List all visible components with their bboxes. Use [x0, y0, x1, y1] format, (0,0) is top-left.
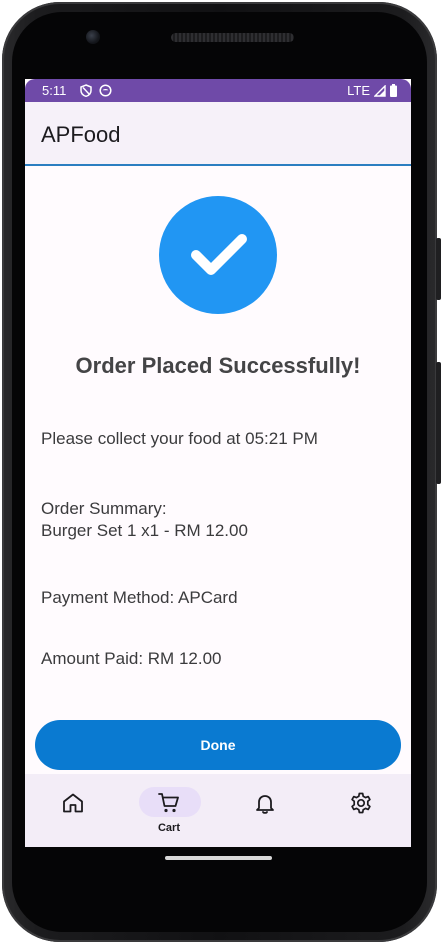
status-right: LTE: [347, 83, 397, 98]
status-notification-icons: [80, 84, 112, 97]
app-notification-icon: [99, 84, 112, 97]
gear-icon: [351, 792, 371, 814]
done-button[interactable]: Done: [35, 720, 401, 770]
nav-item-settings[interactable]: [313, 774, 409, 847]
battery-icon: [390, 84, 397, 97]
power-button: [436, 238, 441, 300]
payment-method-text: Payment Method: APCard: [41, 588, 238, 607]
nav-item-notifications[interactable]: [217, 774, 313, 847]
status-bar: 5:11 LTE: [25, 79, 411, 102]
nav-label-cart: Cart: [157, 822, 180, 834]
shield-icon: [80, 84, 92, 97]
bell-icon: [256, 795, 274, 814]
order-summary-item: Burger Set 1 x1 - RM 12.00: [41, 521, 248, 540]
front-camera: [86, 30, 100, 44]
app-title: APFood: [41, 122, 121, 147]
signal-icon: [374, 84, 386, 97]
network-type: LTE: [347, 83, 370, 98]
home-icon: [63, 793, 83, 813]
nav-item-home[interactable]: [25, 774, 121, 847]
cart-icon: [158, 793, 179, 813]
top-app-bar: APFood: [25, 102, 411, 166]
success-check-icon: [159, 196, 277, 314]
page-title: Order Placed Successfully!: [75, 353, 361, 378]
app-screen: 5:11 LTE APFood Order Placed Successfull…: [25, 79, 411, 847]
bottom-navigation: Cart: [25, 774, 411, 847]
home-gesture-bar: [165, 856, 272, 860]
status-time: 5:11: [42, 83, 67, 98]
order-summary-heading: Order Summary:: [41, 499, 167, 518]
collect-time-text: Please collect your food at 05:21 PM: [41, 429, 318, 448]
volume-button: [436, 362, 441, 484]
amount-paid-text: Amount Paid: RM 12.00: [41, 649, 222, 668]
earpiece-speaker: [171, 33, 294, 42]
checkmark-icon: [191, 234, 247, 275]
nav-item-cart[interactable]: Cart: [121, 774, 217, 847]
